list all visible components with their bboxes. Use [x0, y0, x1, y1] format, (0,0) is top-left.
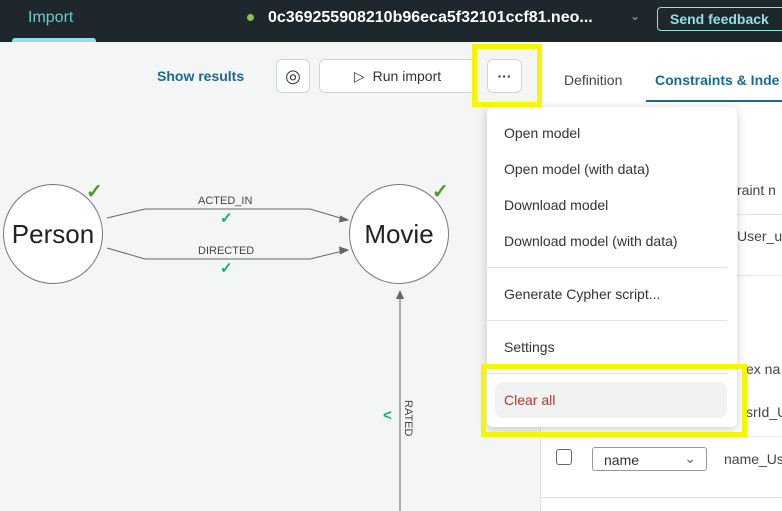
- property-select[interactable]: name ⌄: [592, 447, 707, 471]
- check-icon: ✓: [220, 260, 233, 277]
- chevron-left-icon: <: [383, 407, 392, 424]
- menu-item-open-model-with-data[interactable]: Open model (with data): [504, 161, 650, 177]
- row-checkbox[interactable]: [556, 449, 572, 465]
- chevron-down-icon: ⌄: [684, 450, 696, 466]
- run-import-label: Run import: [372, 68, 442, 84]
- menu-divider: [487, 320, 727, 321]
- eye-icon: ◎: [285, 65, 301, 86]
- database-selector[interactable]: 0c369255908210b96eca5f32101ccf81.neo...: [268, 9, 593, 27]
- edge-label-acted-in[interactable]: ACTED_IN: [198, 195, 252, 207]
- index-row-value: name_Us: [724, 451, 782, 467]
- menu-item-download-model[interactable]: Download model: [504, 197, 608, 213]
- chevron-down-icon[interactable]: ⌄: [630, 9, 640, 23]
- run-import-button[interactable]: ▷ Run import: [319, 59, 476, 93]
- index-name-value: srId_U: [746, 404, 782, 420]
- check-icon: ✓: [432, 181, 449, 203]
- tab-constraints-indexes[interactable]: Constraints & Inde: [655, 72, 779, 88]
- connection-status-icon: [247, 14, 254, 21]
- menu-divider: [487, 267, 727, 268]
- top-bar: Import 0c369255908210b96eca5f32101ccf81.…: [0, 0, 782, 42]
- highlight-box: [472, 44, 542, 107]
- property-select-value: name: [604, 452, 640, 468]
- divider: [737, 214, 782, 215]
- highlight-box: [481, 364, 747, 437]
- menu-item-download-model-with-data[interactable]: Download model (with data): [504, 233, 678, 249]
- tab-definition[interactable]: Definition: [564, 72, 622, 88]
- index-name-header: ex na: [746, 361, 781, 377]
- edge-label-directed[interactable]: DIRECTED: [198, 245, 254, 257]
- menu-item-generate-cypher[interactable]: Generate Cypher script...: [504, 286, 660, 302]
- divider: [737, 275, 782, 276]
- constraint-name-header: raint n: [737, 182, 776, 198]
- play-icon: ▷: [353, 67, 365, 84]
- constraint-name-value: User_u: [737, 228, 782, 244]
- menu-item-open-model[interactable]: Open model: [504, 125, 580, 141]
- graph-edges: [106, 208, 404, 511]
- check-icon: ✓: [220, 210, 233, 227]
- edge-label-rated[interactable]: RATED: [402, 400, 414, 436]
- active-tab-indicator: [646, 100, 782, 102]
- show-results-link[interactable]: Show results: [157, 68, 244, 84]
- send-feedback-button[interactable]: Send feedback: [657, 7, 782, 31]
- menu-item-settings[interactable]: Settings: [504, 339, 555, 355]
- preview-button[interactable]: ◎: [276, 59, 310, 93]
- check-icon: ✓: [86, 181, 103, 203]
- tab-import[interactable]: Import: [12, 0, 96, 42]
- divider: [540, 497, 782, 498]
